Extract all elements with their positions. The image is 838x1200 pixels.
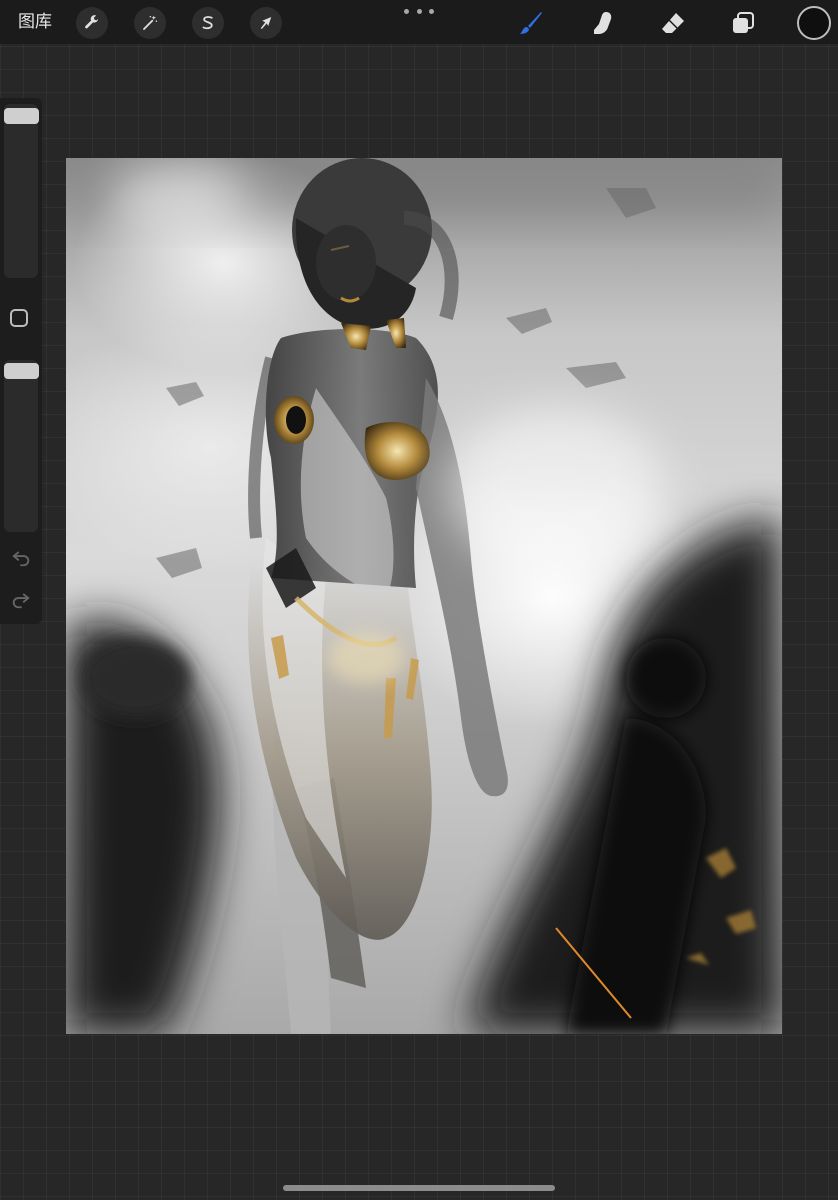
smudge-tool-button[interactable] (588, 8, 618, 38)
magic-wand-icon (143, 15, 158, 30)
selection-s-icon (202, 16, 213, 30)
drawing-canvas[interactable] (66, 158, 782, 1034)
eraser-icon (662, 13, 684, 33)
home-indicator[interactable] (283, 1185, 555, 1191)
color-picker-button[interactable] (797, 6, 831, 40)
smudge-finger-icon (594, 12, 612, 34)
top-toolbar: 图库 (0, 0, 838, 44)
redo-icon[interactable] (10, 588, 32, 610)
actions-button[interactable] (76, 7, 108, 39)
brush-tool-button[interactable] (516, 8, 546, 38)
painting-artwork (66, 158, 782, 1034)
more-dots-icon[interactable] (404, 4, 434, 18)
selection-button[interactable] (192, 7, 224, 39)
brush-size-thumb[interactable] (4, 108, 39, 124)
layers-icon (733, 12, 754, 33)
square-modify-icon[interactable] (10, 309, 28, 327)
layers-button[interactable] (728, 8, 758, 38)
opacity-slider[interactable] (4, 360, 38, 532)
eraser-tool-button[interactable] (658, 8, 688, 38)
transform-button[interactable] (250, 7, 282, 39)
sidebar (0, 98, 42, 624)
undo-icon[interactable] (10, 546, 32, 568)
procreate-app: 图库 (0, 0, 838, 1200)
brush-size-slider[interactable] (4, 104, 38, 278)
opacity-thumb[interactable] (4, 363, 39, 379)
wrench-icon (85, 15, 99, 29)
gallery-button[interactable]: 图库 (18, 10, 52, 34)
adjustments-button[interactable] (134, 7, 166, 39)
brush-icon (520, 12, 542, 34)
arrow-cursor-icon (260, 17, 272, 29)
